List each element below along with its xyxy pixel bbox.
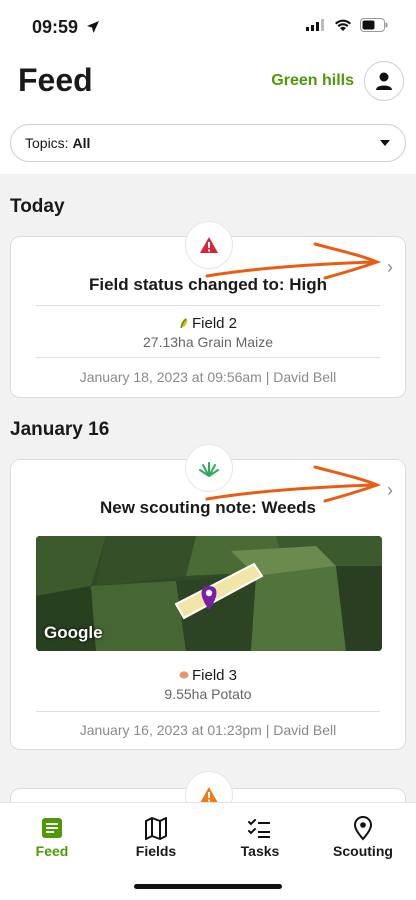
card-title: Field status changed to: High bbox=[88, 275, 327, 294]
card-badge bbox=[185, 221, 233, 269]
user-icon bbox=[376, 72, 392, 90]
weeds-icon bbox=[199, 462, 219, 477]
chevron-right-icon[interactable]: › bbox=[387, 480, 393, 501]
wifi-icon bbox=[335, 19, 351, 31]
status-bar: 09:59 bbox=[0, 0, 416, 56]
nav-scouting-label: Scouting bbox=[333, 843, 393, 859]
field-name-text: Field 3 bbox=[191, 667, 238, 684]
map-icon bbox=[145, 817, 167, 840]
status-time-text: 09:59 bbox=[32, 17, 79, 37]
field-meta: 9.55ha Potato bbox=[164, 686, 252, 702]
card-footer: January 16, 2023 at 01:23pm | David Bell bbox=[79, 722, 337, 738]
divider bbox=[36, 357, 380, 358]
chevron-down-icon bbox=[380, 140, 390, 146]
battery-icon bbox=[360, 18, 388, 32]
divider bbox=[36, 711, 380, 712]
nav-fields[interactable]: Fields bbox=[106, 815, 206, 859]
nav-fields-label: Fields bbox=[135, 843, 177, 859]
farm-selector[interactable]: Green hills bbox=[271, 72, 354, 90]
warning-icon bbox=[200, 237, 218, 253]
topics-value: All bbox=[72, 135, 91, 151]
home-indicator[interactable] bbox=[134, 884, 282, 889]
card-badge bbox=[185, 444, 233, 492]
status-time: 09:59 bbox=[32, 17, 100, 38]
field-name: Field 3 bbox=[11, 667, 405, 684]
field-map[interactable]: Google bbox=[36, 536, 382, 651]
nav-tasks[interactable]: Tasks bbox=[210, 815, 310, 859]
potato-icon bbox=[179, 671, 189, 679]
nav-tasks-label: Tasks bbox=[240, 843, 280, 859]
location-pin-icon bbox=[353, 816, 373, 841]
tasks-icon bbox=[248, 819, 270, 838]
section-heading-today: Today bbox=[10, 196, 65, 217]
field-name-text: Field 2 bbox=[191, 315, 238, 332]
feed-card-field-status[interactable]: Field status changed to: High › Field 2 … bbox=[10, 221, 406, 398]
location-arrow-icon bbox=[87, 21, 100, 33]
chevron-right-icon[interactable]: › bbox=[387, 257, 393, 278]
divider bbox=[36, 305, 380, 306]
header: Feed Green hills Topics: All bbox=[0, 56, 416, 174]
section-heading-jan16: January 16 bbox=[10, 419, 110, 440]
nav-scouting[interactable]: Scouting bbox=[313, 815, 413, 859]
topics-dropdown[interactable]: Topics: All bbox=[10, 124, 406, 162]
signal-icon bbox=[306, 19, 324, 31]
nav-feed[interactable]: Feed bbox=[2, 815, 102, 859]
maize-icon bbox=[180, 318, 188, 329]
feed-card-scouting-note[interactable]: New scouting note: Weeds › Google Field … bbox=[10, 444, 406, 750]
card-title: New scouting note: Weeds bbox=[100, 498, 316, 517]
profile-button[interactable] bbox=[364, 61, 404, 101]
card-footer: January 18, 2023 at 09:56am | David Bell bbox=[79, 369, 337, 385]
map-attribution: Google bbox=[44, 623, 103, 642]
topics-label: Topics: bbox=[25, 135, 69, 151]
nav-feed-label: Feed bbox=[35, 843, 69, 859]
field-name: Field 2 bbox=[11, 315, 405, 332]
feed-icon bbox=[42, 818, 62, 838]
status-icons bbox=[306, 18, 388, 32]
page-title: Feed bbox=[18, 62, 93, 98]
field-meta: 27.13ha Grain Maize bbox=[143, 334, 273, 350]
